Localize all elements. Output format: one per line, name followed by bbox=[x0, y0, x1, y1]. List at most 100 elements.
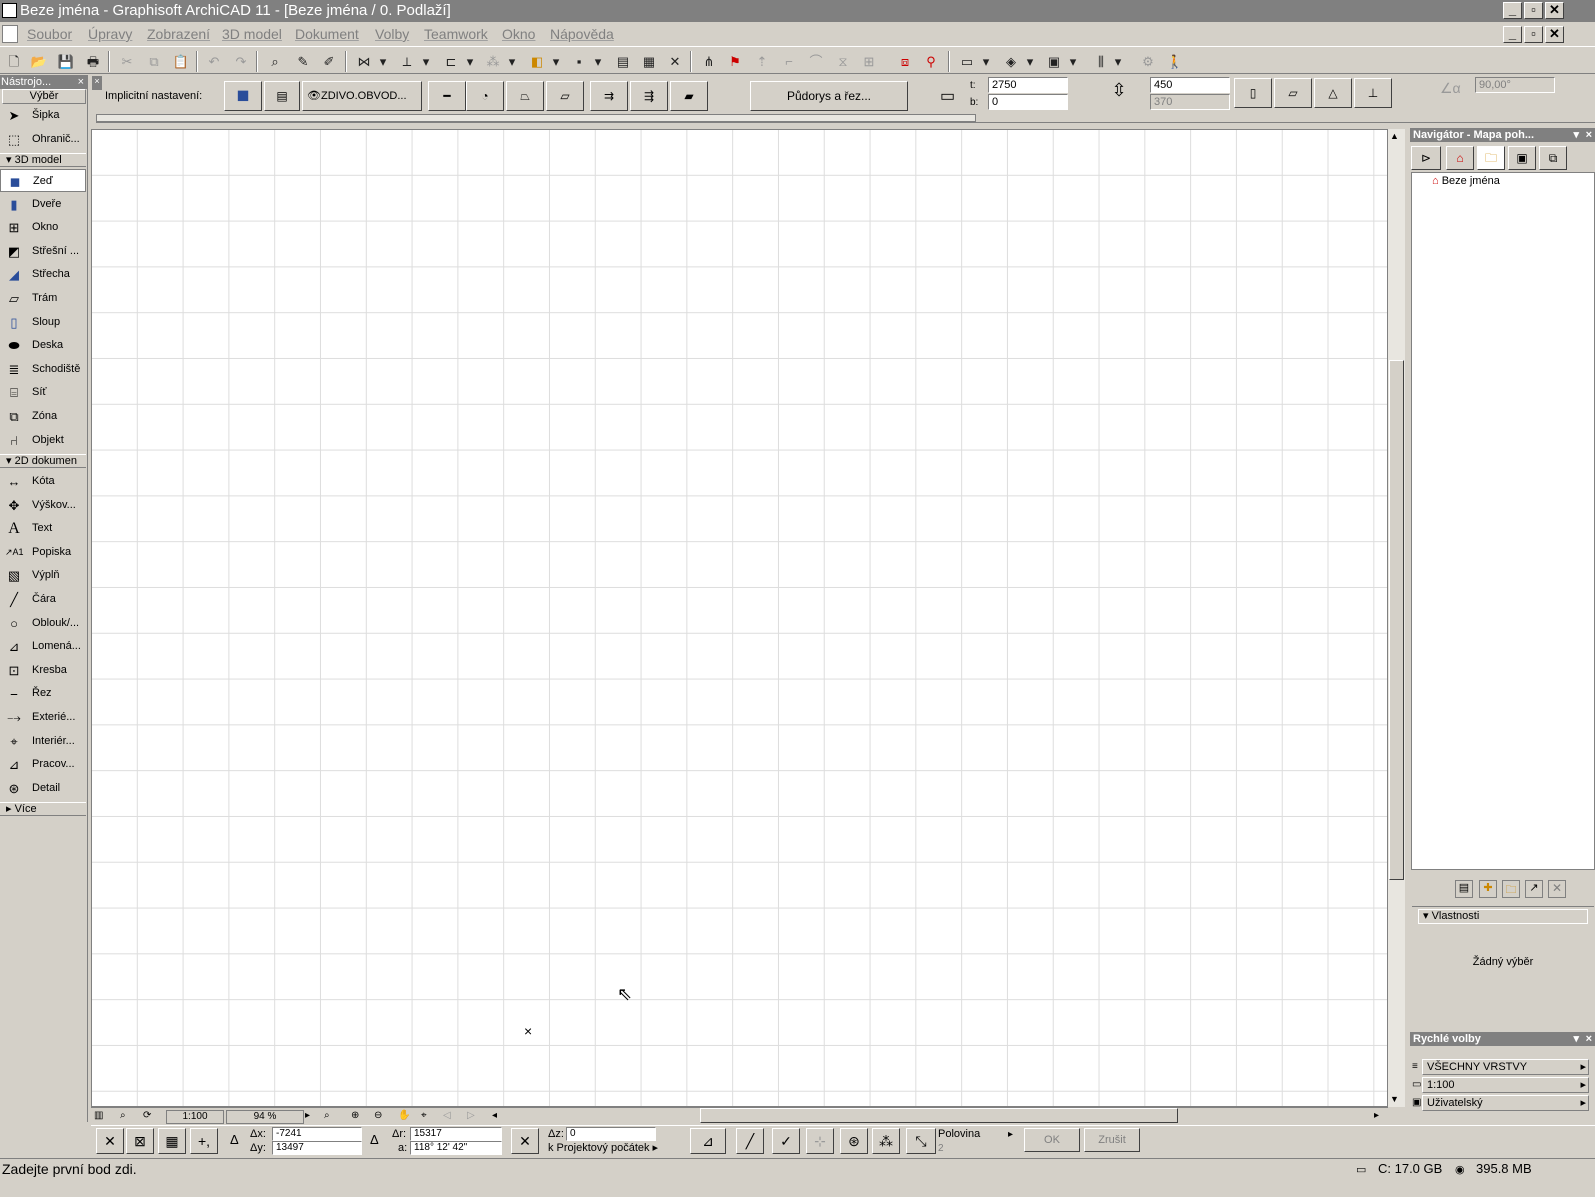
horizontal-scroll-thumb[interactable] bbox=[700, 1108, 1178, 1123]
parallel-constraint-icon[interactable]: ╱ bbox=[736, 1128, 764, 1154]
vertical-scroll-thumb[interactable] bbox=[1389, 360, 1404, 880]
tool-stair[interactable]: ≣ Schodiště bbox=[0, 358, 86, 381]
angle-coord-field[interactable]: 118° 12' 42" bbox=[410, 1141, 502, 1155]
new-folder-icon[interactable]: ✚ bbox=[1479, 880, 1497, 898]
chevron-down-icon[interactable]: ▾ bbox=[506, 51, 518, 72]
relative-construction-icon[interactable]: +, bbox=[190, 1128, 218, 1154]
tool-object[interactable]: ⑁ Objekt bbox=[0, 429, 86, 452]
menu-zobrazeni[interactable]: Zobrazení bbox=[147, 26, 210, 42]
double-slanted-wall-button[interactable]: △ bbox=[1314, 78, 1352, 108]
origin-select[interactable]: k Projektový počátek ▸ bbox=[548, 1142, 670, 1155]
menu-napoveda[interactable]: Nápověda bbox=[550, 26, 614, 42]
scroll-down-icon[interactable]: ▼ bbox=[1390, 1094, 1399, 1104]
split-icon[interactable]: ⧖ bbox=[832, 51, 854, 72]
section-marker-icon[interactable]: ⋔ bbox=[698, 51, 720, 72]
trapezoid-wall-button[interactable]: ⏢ bbox=[506, 81, 544, 111]
tool-drawing[interactable]: ⊡ Kresba bbox=[0, 659, 86, 682]
edit-elevation-icon[interactable]: ⊏ bbox=[440, 51, 462, 72]
syringe-icon[interactable]: ✐ bbox=[318, 51, 340, 72]
3d-window-icon[interactable]: ◈ bbox=[1000, 51, 1022, 72]
mouse-constraint-icon[interactable]: ⊿ bbox=[690, 1128, 726, 1154]
project-map-button[interactable]: ⊳ bbox=[1411, 146, 1441, 170]
floorplan-section-button[interactable]: Půdorys a řez... bbox=[750, 81, 908, 111]
tool-level-dimension[interactable]: ✥ Výškov... bbox=[0, 494, 86, 517]
chevron-down-icon[interactable]: ▾ bbox=[1067, 51, 1079, 72]
fit-in-window-icon[interactable]: ▥ bbox=[94, 1110, 103, 1122]
dz-field[interactable]: 0 bbox=[566, 1127, 656, 1141]
plan-window-icon[interactable]: ▭ bbox=[956, 51, 978, 72]
close-button[interactable]: ✕ bbox=[1545, 2, 1564, 19]
magic-wand-icon[interactable]: ⁂ bbox=[872, 1128, 900, 1154]
material-button[interactable]: 👁ZDIVO.OBVOD... bbox=[302, 81, 422, 111]
tool-window[interactable]: ⊞ Okno bbox=[0, 216, 86, 239]
profile-wall-button[interactable]: ⊥ bbox=[1354, 78, 1392, 108]
previous-zoom-icon[interactable]: ◁ bbox=[443, 1110, 451, 1122]
infobox-scrollbar[interactable] bbox=[96, 114, 976, 122]
print-icon[interactable]: 🖶 bbox=[82, 51, 104, 72]
curved-wall-button[interactable]: ◔ bbox=[466, 81, 504, 111]
chevron-down-icon[interactable]: ▾ bbox=[592, 51, 604, 72]
schedule-icon[interactable]: ▦ bbox=[638, 51, 660, 72]
menu-3d-model[interactable]: 3D model bbox=[222, 26, 282, 42]
scale-select[interactable]: 1:100 ▸ bbox=[1422, 1077, 1589, 1093]
menu-volby[interactable]: Volby bbox=[375, 26, 409, 42]
layout-icon[interactable]: ▣ bbox=[1043, 51, 1065, 72]
copy-icon[interactable]: ⧉ bbox=[143, 51, 165, 72]
thickness-field[interactable]: 450 bbox=[1150, 77, 1230, 93]
reference-line-icon[interactable]: ▭ bbox=[940, 86, 964, 106]
layer-icon[interactable]: ◧ bbox=[526, 51, 548, 72]
polygon-wall-button[interactable]: ⏥ bbox=[546, 81, 584, 111]
zoom-out-icon[interactable]: ⊖ bbox=[374, 1110, 382, 1122]
redraw-icon[interactable]: ⟳ bbox=[143, 1110, 151, 1122]
tool-polyline[interactable]: ⊿ Lomená... bbox=[0, 635, 86, 658]
next-zoom-icon[interactable]: ▷ bbox=[467, 1110, 475, 1122]
clone-folder-icon[interactable]: 🗀 bbox=[1502, 880, 1520, 898]
tool-fill[interactable]: ▧ Výplň bbox=[0, 564, 86, 587]
marker-icon[interactable]: ⚑ bbox=[724, 51, 746, 72]
grid-snap-icon[interactable]: ⁂ bbox=[482, 51, 504, 72]
origin-toggle-icon[interactable]: ✕ bbox=[511, 1128, 539, 1154]
layer-button[interactable]: ▤ bbox=[264, 81, 300, 111]
geometry-rect-button[interactable]: ▰ bbox=[670, 81, 708, 111]
tool-text[interactable]: A Text bbox=[0, 517, 86, 540]
select-tool-button[interactable]: Výběr bbox=[2, 89, 86, 104]
eyedropper-icon[interactable]: ✎ bbox=[292, 51, 314, 72]
bisector-icon[interactable]: ⊹ bbox=[806, 1128, 834, 1154]
chevron-down-icon[interactable]: ▾ bbox=[980, 51, 992, 72]
organizer-button[interactable]: ⧉ bbox=[1539, 146, 1567, 170]
geometry-chain-button[interactable]: ⇶ bbox=[630, 81, 668, 111]
close-icon[interactable]: × bbox=[78, 75, 84, 89]
fit-zoom-icon[interactable]: ⌖ bbox=[421, 1110, 427, 1122]
tool-roof[interactable]: ◢ Střecha bbox=[0, 263, 86, 286]
new-view-icon[interactable]: ▤ bbox=[1455, 880, 1473, 898]
cancel-tool-icon[interactable]: ✕ bbox=[664, 51, 686, 72]
undo-icon[interactable]: ↶ bbox=[203, 51, 225, 72]
corner-icon[interactable]: ⌐ bbox=[778, 51, 800, 72]
perpendicular-icon[interactable]: ✓ bbox=[772, 1128, 800, 1154]
chevron-right-icon[interactable]: ▸ bbox=[1008, 1129, 1013, 1140]
tool-line[interactable]: ╱ Čára bbox=[0, 588, 86, 611]
menu-soubor[interactable]: Soubor bbox=[27, 26, 72, 42]
scroll-left-icon[interactable]: ◂ bbox=[492, 1110, 497, 1122]
tool-slab[interactable]: ⬬ Deska bbox=[0, 334, 86, 357]
chevron-down-icon[interactable]: ▾ bbox=[377, 51, 389, 72]
chevron-down-icon[interactable]: ▾ bbox=[1024, 51, 1036, 72]
tool-door[interactable]: ▮ Dveře bbox=[0, 193, 86, 216]
tool-skylight[interactable]: ◩ Střešní ... bbox=[0, 240, 86, 263]
zoom-preview-icon[interactable]: ⌕ bbox=[120, 1110, 126, 1122]
top-height-field[interactable]: 2750 bbox=[988, 77, 1068, 93]
trim-icon[interactable]: ⟂ bbox=[396, 51, 418, 72]
doc-close-button[interactable]: ✕ bbox=[1545, 26, 1564, 43]
layout-book-button[interactable]: 🗀 bbox=[1477, 146, 1505, 170]
chevron-down-icon[interactable]: ▾ bbox=[1112, 51, 1124, 72]
zoom-menu-icon[interactable]: ▸ bbox=[305, 1110, 310, 1122]
close-icon[interactable]: × bbox=[1586, 1032, 1592, 1046]
lock-icon[interactable]: ⚲ bbox=[920, 51, 942, 72]
pen-icon[interactable]: ▪ bbox=[568, 51, 590, 72]
archicad-app-icon[interactable] bbox=[2, 3, 17, 18]
cut-icon[interactable]: ✂ bbox=[116, 51, 138, 72]
straight-wall-profile-button[interactable]: ▯ bbox=[1234, 78, 1272, 108]
tool-mesh[interactable]: ⌸ Síť bbox=[0, 381, 86, 404]
open-file-icon[interactable]: 📂 bbox=[28, 51, 50, 72]
tool-arrow[interactable]: ➤ Šipka bbox=[0, 104, 86, 127]
